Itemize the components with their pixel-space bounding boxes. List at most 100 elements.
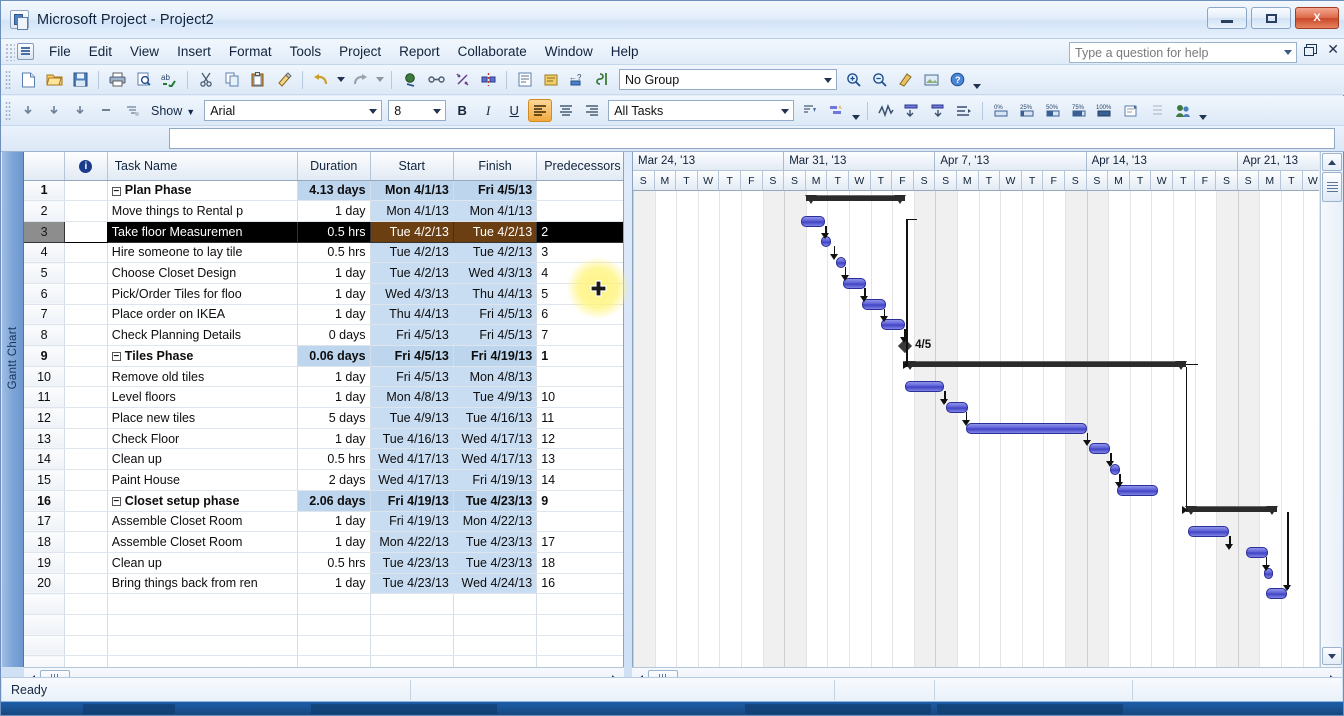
- bold-icon[interactable]: B: [450, 99, 474, 122]
- start-cell[interactable]: Wed 4/17/13: [370, 449, 453, 470]
- start-cell[interactable]: Wed 4/17/13: [370, 470, 453, 491]
- finish-cell[interactable]: Tue 4/23/13: [453, 532, 536, 553]
- table-row[interactable]: 8Check Planning Details0 daysFri 4/5/13F…: [24, 325, 624, 346]
- task-name-cell[interactable]: −Closet setup phase: [107, 490, 297, 511]
- duration-cell[interactable]: 0.5 hrs: [297, 552, 370, 573]
- row-id-cell[interactable]: 6: [24, 283, 65, 304]
- row-id-cell[interactable]: 10: [24, 366, 65, 387]
- gantt-chart-area[interactable]: Mar 24, '13Mar 31, '13Apr 7, '13Apr 14, …: [632, 152, 1319, 667]
- toolbar-options-icon[interactable]: [849, 100, 862, 122]
- start-cell[interactable]: Tue 4/23/13: [370, 552, 453, 573]
- empty-cell[interactable]: [370, 635, 453, 656]
- row-indicator-cell[interactable]: [65, 552, 108, 573]
- table-row[interactable]: 4Hire someone to lay tile0.5 hrsTue 4/2/…: [24, 242, 624, 263]
- start-cell[interactable]: Fri 4/5/13: [370, 346, 453, 367]
- start-cell[interactable]: Fri 4/19/13: [370, 490, 453, 511]
- print-icon[interactable]: [105, 68, 129, 91]
- task-name-cell[interactable]: Hire someone to lay tile: [107, 242, 297, 263]
- empty-row[interactable]: [24, 594, 624, 615]
- save-icon[interactable]: [68, 68, 92, 91]
- task-name-cell[interactable]: Pick/Order Tiles for floo: [107, 283, 297, 304]
- row-indicator-cell[interactable]: [65, 532, 108, 553]
- help-search-input[interactable]: Type a question for help: [1069, 42, 1297, 63]
- table-row[interactable]: 6Pick/Order Tiles for floo1 dayWed 4/3/1…: [24, 283, 624, 304]
- duration-cell[interactable]: 1 day: [297, 201, 370, 222]
- empty-cell[interactable]: [370, 594, 453, 615]
- row-id-cell[interactable]: 14: [24, 449, 65, 470]
- empty-cell[interactable]: [107, 656, 297, 667]
- duration-cell[interactable]: 1 day: [297, 511, 370, 532]
- empty-cell[interactable]: [107, 635, 297, 656]
- collapse-expander-icon[interactable]: −: [112, 352, 121, 361]
- go-to-task-icon[interactable]: [893, 68, 917, 91]
- row-indicator-cell[interactable]: [65, 490, 108, 511]
- predecessors-cell[interactable]: 14: [537, 470, 624, 491]
- menu-item-tools[interactable]: Tools: [281, 41, 331, 62]
- collapse-expander-icon[interactable]: −: [112, 187, 121, 196]
- gantt-summary-bar[interactable]: [806, 195, 905, 201]
- start-cell[interactable]: Mon 4/1/13: [370, 180, 453, 201]
- zoom-in-icon[interactable]: [841, 68, 865, 91]
- row-id-cell[interactable]: 1: [24, 180, 65, 201]
- empty-cell[interactable]: [453, 614, 536, 635]
- finish-cell[interactable]: Wed 4/17/13: [453, 449, 536, 470]
- menu-item-help[interactable]: Help: [602, 41, 648, 62]
- start-cell[interactable]: Fri 4/5/13: [370, 366, 453, 387]
- finish-cell[interactable]: Fri 4/19/13: [453, 346, 536, 367]
- chevron-down-icon[interactable]: [781, 109, 789, 114]
- copy-picture-icon[interactable]: [919, 68, 943, 91]
- format-painter-icon[interactable]: [272, 68, 296, 91]
- show-menu-button[interactable]: Show▼: [145, 102, 201, 120]
- table-row[interactable]: 11Level floors1 dayMon 4/8/13Tue 4/9/131…: [24, 387, 624, 408]
- empty-cell[interactable]: [537, 594, 624, 615]
- table-row[interactable]: 12Place new tiles5 daysTue 4/9/13Tue 4/1…: [24, 408, 624, 429]
- predecessors-cell[interactable]: 11: [537, 408, 624, 429]
- empty-cell[interactable]: [107, 594, 297, 615]
- duration-cell[interactable]: 2 days: [297, 470, 370, 491]
- gantt-task-bar[interactable]: [1188, 526, 1229, 537]
- row-id-cell[interactable]: 12: [24, 408, 65, 429]
- align-left-icon[interactable]: [528, 99, 552, 122]
- chevron-down-icon[interactable]: [1284, 50, 1292, 55]
- minimize-button[interactable]: [1207, 7, 1247, 29]
- close-button[interactable]: X: [1295, 7, 1339, 29]
- row-id-cell[interactable]: 7: [24, 304, 65, 325]
- redo-icon[interactable]: [348, 68, 372, 91]
- empty-cell[interactable]: [24, 656, 65, 667]
- toolbar-grip-icon[interactable]: [5, 70, 11, 90]
- row-id-cell[interactable]: 20: [24, 573, 65, 594]
- row-indicator-cell[interactable]: [65, 573, 108, 594]
- finish-cell[interactable]: Mon 4/1/13: [453, 201, 536, 222]
- row-id-cell[interactable]: 9: [24, 346, 65, 367]
- row-indicator-cell[interactable]: [65, 428, 108, 449]
- chevron-down-icon[interactable]: [824, 78, 832, 83]
- row-indicator-cell[interactable]: [65, 387, 108, 408]
- row-id-cell[interactable]: 2: [24, 201, 65, 222]
- update-as-scheduled-icon[interactable]: [900, 99, 924, 122]
- row-indicator-cell[interactable]: [65, 263, 108, 284]
- predecessors-cell[interactable]: 18: [537, 552, 624, 573]
- new-icon[interactable]: [16, 68, 40, 91]
- chevron-down-icon[interactable]: [369, 109, 377, 114]
- empty-cell[interactable]: [65, 594, 108, 615]
- finish-cell[interactable]: Fri 4/5/13: [453, 304, 536, 325]
- task-name-cell[interactable]: Clean up: [107, 552, 297, 573]
- link-tasks-icon[interactable]: [424, 68, 448, 91]
- scroll-down-button[interactable]: [1322, 647, 1342, 665]
- row-indicator-cell[interactable]: [65, 449, 108, 470]
- table-row[interactable]: 2Move things to Rental p1 dayMon 4/1/13M…: [24, 201, 624, 222]
- predecessors-cell[interactable]: 17: [537, 532, 624, 553]
- predecessors-cell[interactable]: 12: [537, 428, 624, 449]
- predecessors-cell[interactable]: 2: [537, 221, 624, 242]
- duration-cell[interactable]: 0.5 hrs: [297, 242, 370, 263]
- predecessors-cell[interactable]: 13: [537, 449, 624, 470]
- table-row[interactable]: 1−Plan Phase4.13 daysMon 4/1/13Fri 4/5/1…: [24, 180, 624, 201]
- predecessors-cell[interactable]: 10: [537, 387, 624, 408]
- predecessors-cell[interactable]: 3: [537, 242, 624, 263]
- percent-0-icon[interactable]: 0%: [989, 99, 1013, 122]
- task-notes-icon[interactable]: [539, 68, 563, 91]
- zoom-out-icon[interactable]: [867, 68, 891, 91]
- start-cell[interactable]: Fri 4/5/13: [370, 325, 453, 346]
- gantt-task-bar[interactable]: [1089, 443, 1111, 454]
- task-name-cell[interactable]: Bring things back from ren: [107, 573, 297, 594]
